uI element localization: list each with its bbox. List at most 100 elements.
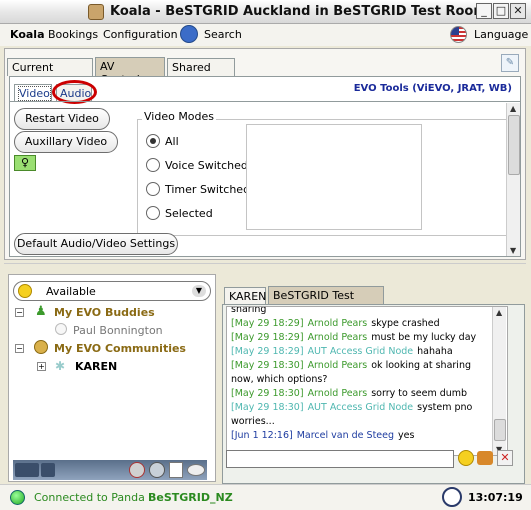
menu-bookings[interactable]: Bookings [48,28,98,41]
status-value: Available [46,285,96,298]
minimize-button[interactable]: _ [476,3,492,19]
search-menu-label[interactable]: Search [204,28,242,41]
find-user-icon[interactable] [41,463,55,477]
tab-chat-karen[interactable]: KAREN [224,287,266,305]
communities-group-label[interactable]: My EVO Communities [54,342,186,355]
chat-message: worries... [231,416,279,427]
chat-name: Arnold Pears [307,318,368,329]
chevron-down-icon[interactable]: ▼ [192,285,206,297]
menu-configuration[interactable]: Configuration [103,28,178,41]
community-karen[interactable]: KAREN [75,360,117,373]
offline-user-icon [55,323,67,335]
contacts-toolbar [13,460,207,480]
expand-karen-toggle[interactable]: + [37,362,46,371]
default-av-settings-button[interactable]: Default Audio/Video Settings [14,233,178,255]
us-flag-icon[interactable] [450,26,467,43]
chat-name: AUT Access Grid Node [307,402,414,413]
chat-message: [May 29 18:30] Arnold Pears ok looking at … [231,360,475,371]
status-dropdown[interactable]: Available ▼ [13,281,211,301]
buddy-paul-bonnington[interactable]: Paul Bonnington [73,324,163,337]
evo-tools-link[interactable]: EVO Tools (ViEVO, JRAT, WB) [354,83,512,94]
chat-message: [May 29 18:29] Arnold Pears must be my luc… [231,332,480,343]
connected-status-icon [10,490,25,505]
community-icon: ✱ [55,359,66,373]
chat-time: [May 29 18:30] [231,360,304,371]
chat-text: sorry to seem dumb [371,388,468,399]
radio-label-timer-switched: Timer Switched [165,183,251,196]
chat-bubble-icon[interactable] [187,464,205,476]
radio-voice-switched[interactable] [146,158,160,172]
avatar-icon[interactable] [149,462,165,478]
menu-koala[interactable]: Koala [10,28,45,41]
chat-message: [Jun 1 12:16] Marcel van de Steeg yes [231,430,418,441]
collapse-buddies-toggle[interactable]: − [15,308,24,317]
chat-scroll-up-arrow[interactable]: ▲ [496,308,502,317]
subtab-video[interactable]: Video [14,84,52,101]
chat-text: yes [398,430,415,441]
radio-selected[interactable] [146,206,160,220]
scroll-up-arrow[interactable]: ▲ [510,104,516,113]
chat-time: [Jun 1 12:16] [231,430,293,441]
window-title: Koala - BeSTGRID Auckland in BeSTGRID Te… [110,4,487,19]
document-icon[interactable] [169,462,183,478]
tab-av-controls[interactable]: AV Controls [95,57,165,86]
tab-current-meeting[interactable]: Current Meeting [7,58,93,87]
chat-name: AUT Access Grid Node [307,346,414,357]
chat-message: [May 29 18:29] Arnold Pears skype crashed [231,318,444,329]
scroll-down-arrow[interactable]: ▼ [510,246,516,255]
status-bar: Connected to Panda BeSTGRID_NZ 13:07:19 [0,484,531,510]
tab-chat-bestgrid-test-room[interactable]: BeSTGRID Test Room [268,286,384,315]
collapse-communities-toggle[interactable]: − [15,344,24,353]
chat-message: sharing [231,307,270,315]
radio-all[interactable] [146,134,160,148]
chat-name: Marcel van de Steeg [296,430,395,441]
radio-label-selected: Selected [165,207,213,220]
clock-icon [442,487,462,507]
chat-time: [May 29 18:29] [231,318,304,329]
av-scroll-thumb[interactable] [508,115,520,175]
users-icon[interactable] [15,463,39,477]
chat-time: [May 29 18:30] [231,388,304,399]
close-button[interactable]: ✕ [510,3,526,19]
maximize-button[interactable]: □ [493,3,509,19]
chat-text: must be my lucky day [371,332,477,343]
whiteboard-icon[interactable]: ✎ [501,54,519,72]
chat-text: hahaha [417,346,453,357]
radio-timer-switched[interactable] [146,182,160,196]
chat-message: [May 29 18:30] AUT Access Grid Node system… [231,402,476,413]
block-icon[interactable] [129,462,145,478]
subtab-divider [10,101,520,102]
emoticon-icon[interactable] [458,450,474,466]
video-modes-legend: Video Modes [142,110,217,123]
chat-message: now, which options? [231,374,331,385]
radio-label-all: All [165,135,179,148]
buddies-group-label[interactable]: My EVO Buddies [54,306,155,319]
chat-name: Arnold Pears [307,360,368,371]
send-file-icon[interactable] [477,451,493,465]
chat-time: [May 29 18:29] [231,332,304,343]
chat-text: skype crashed [371,318,440,329]
chat-log: sharing [May 29 18:29] Arnold Pears skype c… [226,306,508,456]
auxiliary-video-button[interactable]: Auxillary Video [14,131,118,153]
restart-video-button[interactable]: Restart Video [14,108,110,130]
chat-time: [May 29 18:29] [231,346,304,357]
camera-icon[interactable]: ♀ [14,155,36,171]
communities-icon [34,340,48,354]
clear-chat-icon[interactable]: ✕ [497,450,513,466]
splitter[interactable] [4,263,526,267]
chat-scrollbar[interactable]: ▲ ▼ [492,307,506,455]
koala-app-icon [88,4,104,20]
chat-pane: KAREN BeSTGRID Test Room sharing [May 29 … [220,284,527,484]
chat-scroll-thumb[interactable] [494,419,506,441]
radio-label-voice-switched: Voice Switched [165,159,248,172]
selected-participants-list[interactable] [246,124,422,230]
chat-message-input[interactable] [226,450,454,468]
search-icon[interactable] [180,25,198,43]
clock-time: 13:07:19 [468,491,523,504]
av-panel-scrollbar[interactable]: ▲ ▼ [506,103,520,256]
connection-status-text: Connected to Panda [34,491,145,504]
menu-bar: Koala Bookings Configuration Search Lang… [0,24,531,46]
contacts-pane: Available ▼ − ♟ My EVO Buddies Paul Bonn… [8,274,216,482]
tab-shared-files[interactable]: Shared Files [167,58,235,87]
language-menu-label[interactable]: Language [474,28,528,41]
